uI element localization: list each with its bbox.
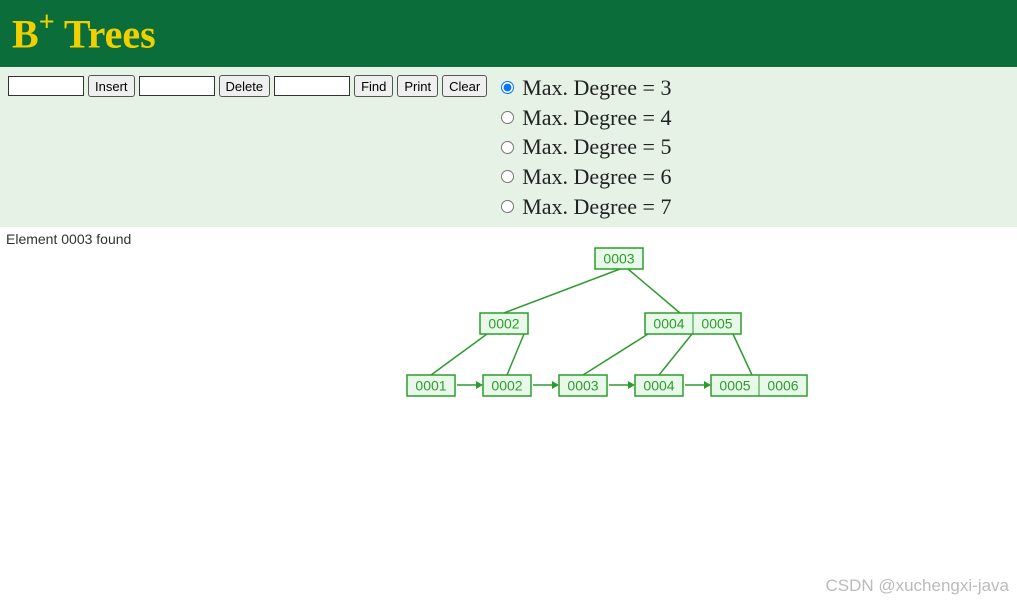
svg-text:0002: 0002 (491, 378, 522, 394)
svg-text:0003: 0003 (567, 378, 598, 394)
svg-text:0006: 0006 (767, 378, 798, 394)
svg-text:0002: 0002 (488, 316, 519, 332)
title-suffix: Trees (55, 12, 156, 57)
delete-button[interactable]: Delete (219, 75, 271, 97)
degree-label: Max. Degree = 7 (522, 192, 671, 222)
insert-button[interactable]: Insert (88, 75, 135, 97)
title-sup: + (39, 7, 55, 38)
degree-option-7[interactable]: Max. Degree = 7 (501, 192, 671, 222)
degree-radio-5[interactable] (501, 141, 514, 154)
find-input[interactable] (274, 76, 350, 96)
degree-radio-4[interactable] (501, 111, 514, 124)
svg-text:0001: 0001 (415, 378, 446, 394)
svg-text:0003: 0003 (603, 251, 634, 267)
degree-radio-7[interactable] (501, 200, 514, 213)
degree-option-3[interactable]: Max. Degree = 3 (501, 73, 671, 103)
svg-text:0005: 0005 (701, 316, 732, 332)
degree-label: Max. Degree = 4 (522, 103, 671, 133)
svg-text:0004: 0004 (643, 378, 674, 394)
degree-radio-6[interactable] (501, 170, 514, 183)
control-buttons: Insert Delete Find Print Clear (8, 73, 487, 97)
insert-input[interactable] (8, 76, 84, 96)
delete-input[interactable] (139, 76, 215, 96)
page-header: B+ Trees (0, 0, 1017, 67)
degree-options: Max. Degree = 3 Max. Degree = 4 Max. Deg… (501, 73, 671, 221)
degree-label: Max. Degree = 3 (522, 73, 671, 103)
svg-text:0004: 0004 (653, 316, 684, 332)
svg-text:0005: 0005 (719, 378, 750, 394)
watermark: CSDN @xuchengxi-java (825, 576, 1009, 596)
clear-button[interactable]: Clear (442, 75, 487, 97)
controls-panel: Insert Delete Find Print Clear Max. Degr… (0, 67, 1017, 227)
title-prefix: B (12, 12, 39, 57)
tree-canvas: 0003 0002 0004 0005 0001 0002 0003 0004 0005 0006 (0, 225, 1017, 590)
page-title: B+ Trees (12, 9, 156, 57)
degree-label: Max. Degree = 5 (522, 132, 671, 162)
degree-option-4[interactable]: Max. Degree = 4 (501, 103, 671, 133)
find-button[interactable]: Find (354, 75, 393, 97)
degree-option-5[interactable]: Max. Degree = 5 (501, 132, 671, 162)
degree-option-6[interactable]: Max. Degree = 6 (501, 162, 671, 192)
degree-radio-3[interactable] (501, 81, 514, 94)
degree-label: Max. Degree = 6 (522, 162, 671, 192)
print-button[interactable]: Print (397, 75, 438, 97)
